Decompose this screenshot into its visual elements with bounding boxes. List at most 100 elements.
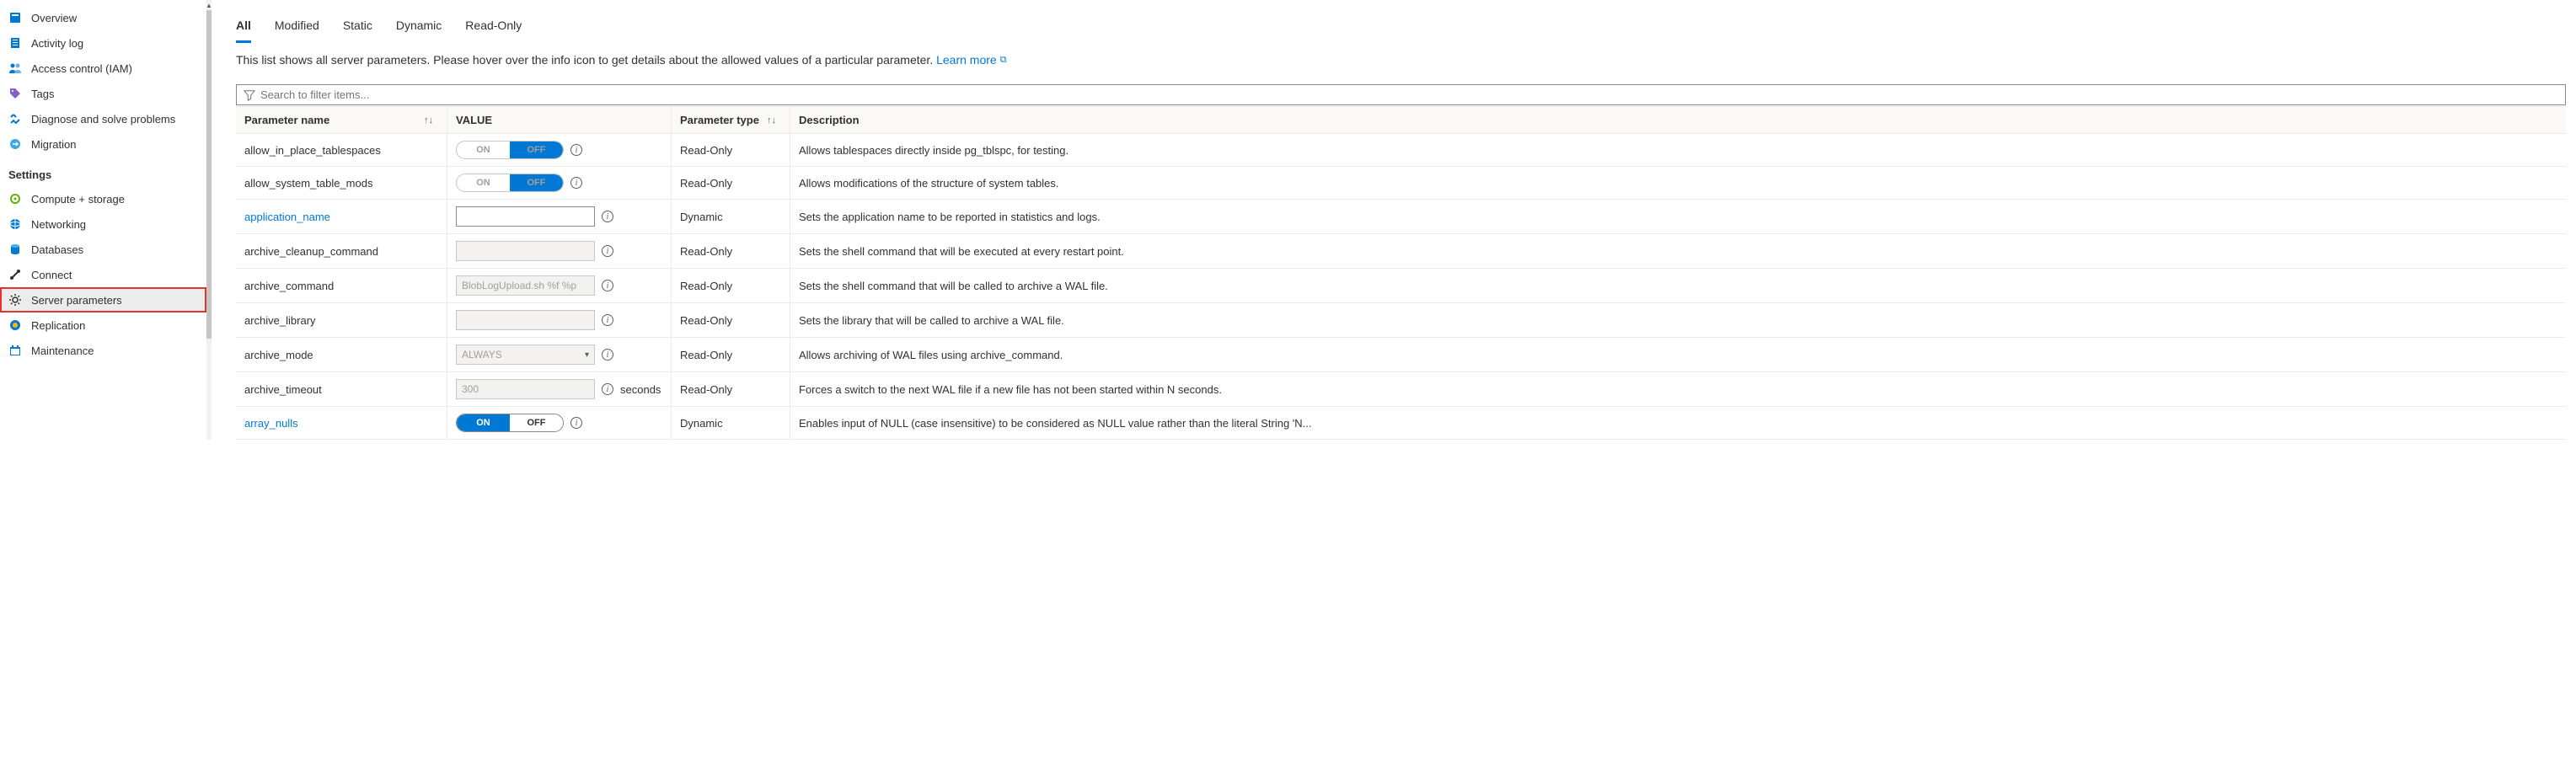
migration-icon bbox=[8, 137, 22, 151]
table-row: array_nulls ONOFF i DynamicEnables input of… bbox=[236, 407, 2566, 440]
sidebar-item-databases[interactable]: Databases bbox=[0, 237, 206, 262]
table-header: Parameter name ↑↓ VALUE Parameter type ↑… bbox=[236, 106, 2566, 134]
param-name[interactable]: array_nulls bbox=[244, 417, 298, 430]
sidebar-item-migration[interactable]: Migration bbox=[0, 131, 206, 157]
sidebar-item-diagnose-and-solve-problems[interactable]: Diagnose and solve problems bbox=[0, 106, 206, 131]
sidebar-item-label: Activity log bbox=[31, 37, 83, 50]
sort-icon[interactable]: ↑↓ bbox=[424, 115, 433, 126]
col-name-header[interactable]: Parameter name bbox=[244, 114, 329, 126]
param-type: Read-Only bbox=[672, 273, 790, 299]
sidebar-item-networking[interactable]: Networking bbox=[0, 211, 206, 237]
param-name: allow_system_table_mods bbox=[244, 177, 372, 190]
input-application_name[interactable] bbox=[456, 206, 595, 227]
param-type: Read-Only bbox=[672, 137, 790, 163]
col-type-header[interactable]: Parameter type bbox=[680, 114, 759, 126]
chevron-down-icon: ▾ bbox=[585, 350, 589, 360]
sidebar-item-compute-storage[interactable]: Compute + storage bbox=[0, 186, 206, 211]
sidebar-item-server-parameters[interactable]: Server parameters bbox=[0, 287, 206, 313]
param-type: Read-Only bbox=[672, 238, 790, 264]
diagnose-icon bbox=[8, 112, 22, 126]
tabs: All Modified Static Dynamic Read-Only bbox=[236, 13, 2566, 43]
scroll-up-icon[interactable]: ▲ bbox=[206, 0, 212, 10]
sidebar-item-tags[interactable]: Tags bbox=[0, 81, 206, 106]
param-name[interactable]: application_name bbox=[244, 211, 330, 223]
param-desc: Sets the shell command that will be call… bbox=[790, 273, 2566, 299]
sidebar-item-access-control-iam-[interactable]: Access control (IAM) bbox=[0, 56, 206, 81]
toggle-array_nulls[interactable]: ONOFF bbox=[456, 414, 564, 432]
table-row: allow_in_place_tablespacesONOFFiRead-Onl… bbox=[236, 134, 2566, 167]
scroll-thumb[interactable] bbox=[206, 10, 212, 339]
unit-label: seconds bbox=[620, 383, 661, 396]
info-icon[interactable]: i bbox=[602, 280, 613, 291]
table-row: archive_libraryiRead-OnlySets the librar… bbox=[236, 303, 2566, 338]
param-desc: Allows tablespaces directly inside pg_tb… bbox=[790, 137, 2566, 163]
info-icon[interactable]: i bbox=[602, 245, 613, 257]
param-type: Read-Only bbox=[672, 377, 790, 403]
info-icon[interactable]: i bbox=[570, 417, 582, 429]
param-desc: Sets the library that will be called to … bbox=[790, 307, 2566, 334]
search-input[interactable] bbox=[260, 88, 2558, 101]
param-type: Dynamic bbox=[672, 410, 790, 436]
learn-more-link[interactable]: Learn more⧉ bbox=[936, 53, 1006, 67]
table-row: application_nameiDynamicSets the applica… bbox=[236, 200, 2566, 234]
input-archive_cleanup_command bbox=[456, 241, 595, 261]
info-icon[interactable]: i bbox=[570, 144, 582, 156]
info-icon[interactable]: i bbox=[602, 211, 613, 222]
database-icon bbox=[8, 243, 22, 256]
param-name: archive_command bbox=[244, 280, 334, 292]
info-icon[interactable]: i bbox=[602, 383, 613, 395]
tab-modified[interactable]: Modified bbox=[275, 13, 319, 43]
sort-icon[interactable]: ↑↓ bbox=[767, 115, 776, 126]
intro-body: This list shows all server parameters. P… bbox=[236, 53, 936, 67]
sidebar-item-replication[interactable]: Replication bbox=[0, 313, 206, 338]
sidebar-item-overview[interactable]: Overview bbox=[0, 5, 206, 30]
param-desc: Enables input of NULL (case insensitive)… bbox=[790, 410, 2566, 436]
sidebar-item-label: Networking bbox=[31, 218, 86, 231]
filter-icon bbox=[244, 89, 255, 101]
table-row: allow_system_table_modsONOFFiRead-OnlyAl… bbox=[236, 167, 2566, 200]
iam-icon bbox=[8, 61, 22, 75]
gear-icon bbox=[8, 293, 22, 307]
tab-read-only[interactable]: Read-Only bbox=[465, 13, 522, 43]
param-type: Read-Only bbox=[672, 170, 790, 196]
param-desc: Sets the shell command that will be exec… bbox=[790, 238, 2566, 264]
param-name: archive_timeout bbox=[244, 383, 322, 396]
tab-static[interactable]: Static bbox=[343, 13, 372, 43]
search-input-wrap[interactable] bbox=[236, 84, 2566, 105]
col-desc-header[interactable]: Description bbox=[790, 107, 2566, 133]
tab-dynamic[interactable]: Dynamic bbox=[396, 13, 442, 43]
input-archive_command bbox=[456, 275, 595, 296]
sidebar-item-label: Replication bbox=[31, 319, 85, 332]
maintenance-icon bbox=[8, 344, 22, 357]
main: All Modified Static Dynamic Read-Only This l… bbox=[207, 0, 2576, 440]
param-type: Read-Only bbox=[672, 342, 790, 368]
sidebar-item-activity-log[interactable]: Activity log bbox=[0, 30, 206, 56]
param-desc: Allows archiving of WAL files using arch… bbox=[790, 342, 2566, 368]
sidebar-item-connect[interactable]: Connect bbox=[0, 262, 206, 287]
sidebar-item-label: Tags bbox=[31, 88, 54, 100]
input-archive_timeout bbox=[456, 379, 595, 399]
toggle-allow_in_place_tablespaces: ONOFF bbox=[456, 141, 564, 159]
settings-header: Settings bbox=[0, 157, 206, 186]
tags-icon bbox=[8, 87, 22, 100]
sidebar-item-maintenance[interactable]: Maintenance bbox=[0, 338, 206, 363]
sidebar-item-label: Server parameters bbox=[31, 294, 122, 307]
external-link-icon: ⧉ bbox=[1000, 55, 1007, 65]
sidebar-item-label: Access control (IAM) bbox=[31, 62, 132, 75]
info-icon[interactable]: i bbox=[602, 349, 613, 361]
info-icon[interactable]: i bbox=[602, 314, 613, 326]
tab-all[interactable]: All bbox=[236, 13, 251, 43]
sidebar-item-label: Maintenance bbox=[31, 345, 94, 357]
log-icon bbox=[8, 36, 22, 50]
sidebar-item-label: Diagnose and solve problems bbox=[31, 113, 175, 126]
param-desc: Allows modifications of the structure of… bbox=[790, 170, 2566, 196]
param-name: archive_library bbox=[244, 314, 316, 327]
input-archive_library bbox=[456, 310, 595, 330]
parameters-table: Parameter name ↑↓ VALUE Parameter type ↑… bbox=[236, 106, 2566, 440]
param-desc: Forces a switch to the next WAL file if … bbox=[790, 377, 2566, 403]
sidebar-item-label: Overview bbox=[31, 12, 77, 24]
info-icon[interactable]: i bbox=[570, 177, 582, 189]
col-value-header[interactable]: VALUE bbox=[447, 107, 671, 133]
scrollbar[interactable]: ▲ bbox=[206, 0, 212, 440]
dropdown-archive_mode[interactable]: ALWAYS▾ bbox=[456, 345, 595, 365]
